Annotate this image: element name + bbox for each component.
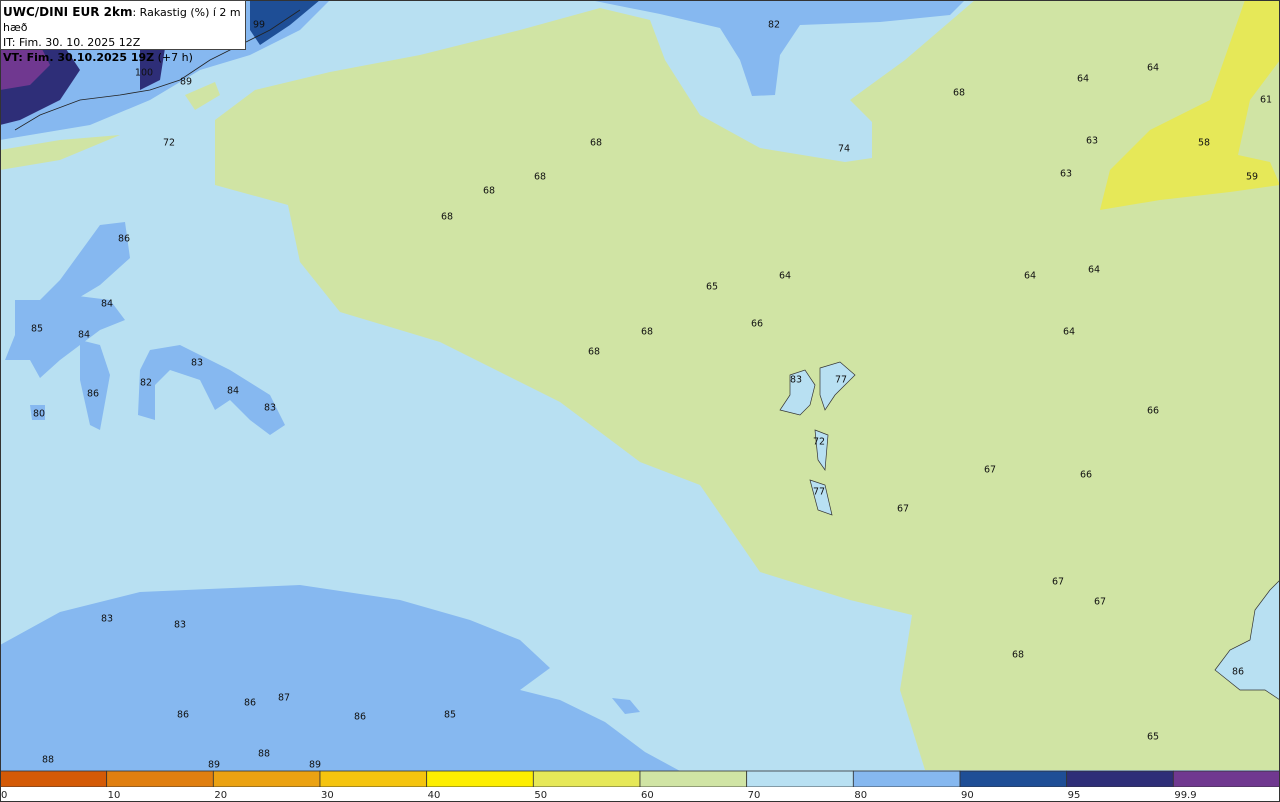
model-name: UWC/DINI EUR 2km [3,5,133,19]
value-label: 89 [309,760,321,771]
value-label: 86 [177,710,189,721]
value-label: 89 [208,760,220,771]
value-label: 86 [244,698,256,709]
value-label: 67 [897,504,909,515]
colorbar-swatch [746,770,854,788]
colorbar-swatch [1172,770,1280,788]
value-label: 59 [1246,172,1258,183]
value-label: 66 [751,319,763,330]
colorbar-tick-label: 80 [854,790,867,801]
colorbar-swatch [319,770,428,788]
colorbar-tick-label: 50 [534,790,547,801]
colorbar-tick-label: 10 [108,790,121,801]
value-label: 66 [1080,470,1092,481]
value-label: 82 [768,20,780,31]
value-label: 87 [278,693,290,704]
colorbar-tick-label: 90 [961,790,974,801]
value-label: 61 [1260,95,1272,106]
value-label: 68 [1012,650,1024,661]
value-label: 58 [1198,138,1210,149]
value-label: 80 [33,409,45,420]
colorbar-swatch [106,770,214,788]
colorbar-swatch [852,770,961,788]
value-label: 83 [264,403,276,414]
value-label: 68 [953,88,965,99]
value-label: 82 [140,378,152,389]
value-label: 83 [174,620,186,631]
value-label: 88 [258,749,270,760]
value-label: 100 [135,68,153,79]
value-label: 68 [483,186,495,197]
value-label: 66 [1147,406,1159,417]
colorbar-tick-label: 99.9 [1174,790,1196,801]
value-label: 85 [31,324,43,335]
map-title-box: UWC/DINI EUR 2km: Rakastig (%) í 2 m hæð… [0,0,246,64]
value-label: 84 [101,299,113,310]
colorbar-tick-label: 60 [641,790,654,801]
value-label: 85 [444,710,456,721]
value-label: 63 [1060,169,1072,180]
value-label: 64 [1147,63,1159,74]
colorbar-tick-label: 70 [748,790,761,801]
init-time: IT: Fim. 30. 10. 2025 12Z [3,36,141,49]
value-label: 68 [534,172,546,183]
colorbar-swatch [212,770,321,788]
colorbar-tick-label: 20 [214,790,227,801]
value-label: 86 [87,389,99,400]
humidity-map: 99100898272 68746864646163 5863 59686868866… [0,0,1280,802]
colorbar-swatch [426,770,534,788]
colorbar-swatch [1066,770,1174,788]
value-label: 86 [1232,667,1244,678]
colorbar: 0 10 20 30 40 50 60 70 80 90 95 99.9 [0,770,1280,802]
value-label: 72 [813,437,825,448]
value-label: 77 [813,487,825,498]
colorbar-tick-label: 40 [428,790,441,801]
value-label: 88 [42,755,54,766]
value-label: 63 [1086,136,1098,147]
value-label: 67 [1094,597,1106,608]
value-label: 83 [101,614,113,625]
colorbar-swatch [532,770,641,788]
value-label: 83 [191,358,203,369]
value-label: 67 [1052,577,1064,588]
value-label: 84 [227,386,239,397]
value-label: 68 [590,138,602,149]
value-label: 84 [78,330,90,341]
value-label: 86 [354,712,366,723]
colorbar-tick-label: 30 [321,790,334,801]
value-label: 89 [180,77,192,88]
value-label: 68 [588,347,600,358]
value-label: 74 [838,144,850,155]
value-label: 65 [706,282,718,293]
value-label: 64 [1088,265,1100,276]
value-label: 99 [253,20,265,31]
colorbar-swatch [0,770,108,788]
value-label: 86 [118,234,130,245]
value-label: 64 [779,271,791,282]
valid-time: VT: Fim. 30.10.2025 19Z [3,51,155,64]
value-label: 64 [1063,327,1075,338]
colorbar-tick-label: 0 [1,790,7,801]
value-label: 68 [441,212,453,223]
value-label: 68 [641,327,653,338]
value-label: 65 [1147,732,1159,743]
value-label: 64 [1077,74,1089,85]
colorbar-swatch [639,770,748,788]
colorbar-swatch [959,770,1068,788]
lead-time: (+7 h) [154,51,193,64]
colorbar-tick-label: 95 [1068,790,1081,801]
value-label: 77 [835,375,847,386]
value-label: 67 [984,465,996,476]
value-label: 83 [790,375,802,386]
value-label: 64 [1024,271,1036,282]
value-label: 72 [163,138,175,149]
